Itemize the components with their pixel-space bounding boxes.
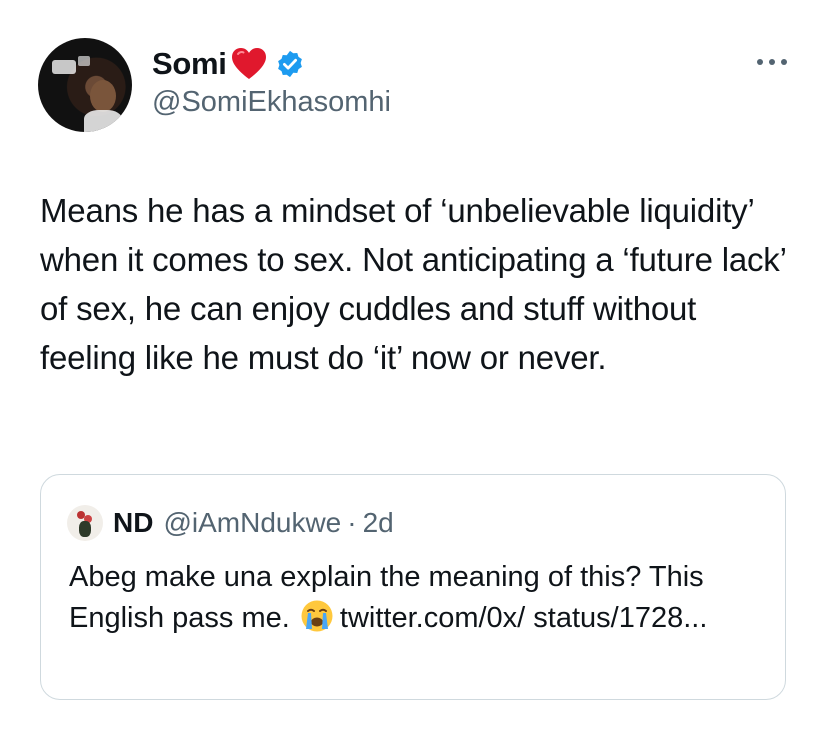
crying-face-icon <box>301 600 333 632</box>
tweet-text: Means he has a mindset of ‘unbelievable … <box>40 192 786 376</box>
quoted-tweet-text: Abeg make una explain the meaning of thi… <box>69 557 769 639</box>
quoted-link-text[interactable]: twitter.com/0x/ status/1728... <box>340 602 708 634</box>
quoted-avatar[interactable] <box>67 505 103 541</box>
author-name-row[interactable]: Somi <box>152 44 305 84</box>
quoted-display-name[interactable]: ND <box>113 507 153 539</box>
quoted-timestamp[interactable]: 2d <box>363 507 394 539</box>
avatar-detail <box>78 56 90 66</box>
quoted-tweet-card[interactable]: ND @iAmNdukwe · 2d Abeg make una explain… <box>40 474 786 700</box>
author-display-name[interactable]: Somi <box>152 46 227 82</box>
avatar[interactable] <box>38 38 132 132</box>
separator-dot: · <box>347 507 357 538</box>
quoted-handle[interactable]: @iAmNdukwe <box>163 507 341 539</box>
quoted-tweet-header: ND @iAmNdukwe · 2d <box>67 503 394 543</box>
author-handle[interactable]: @SomiEkhasomhi <box>152 86 391 119</box>
heart-icon <box>231 48 266 79</box>
avatar-detail <box>52 60 76 74</box>
verified-badge-icon[interactable] <box>275 49 305 79</box>
more-options-icon[interactable] <box>754 52 790 72</box>
avatar-detail <box>84 110 122 132</box>
avatar-detail <box>90 80 116 112</box>
avatar-detail <box>79 521 91 537</box>
